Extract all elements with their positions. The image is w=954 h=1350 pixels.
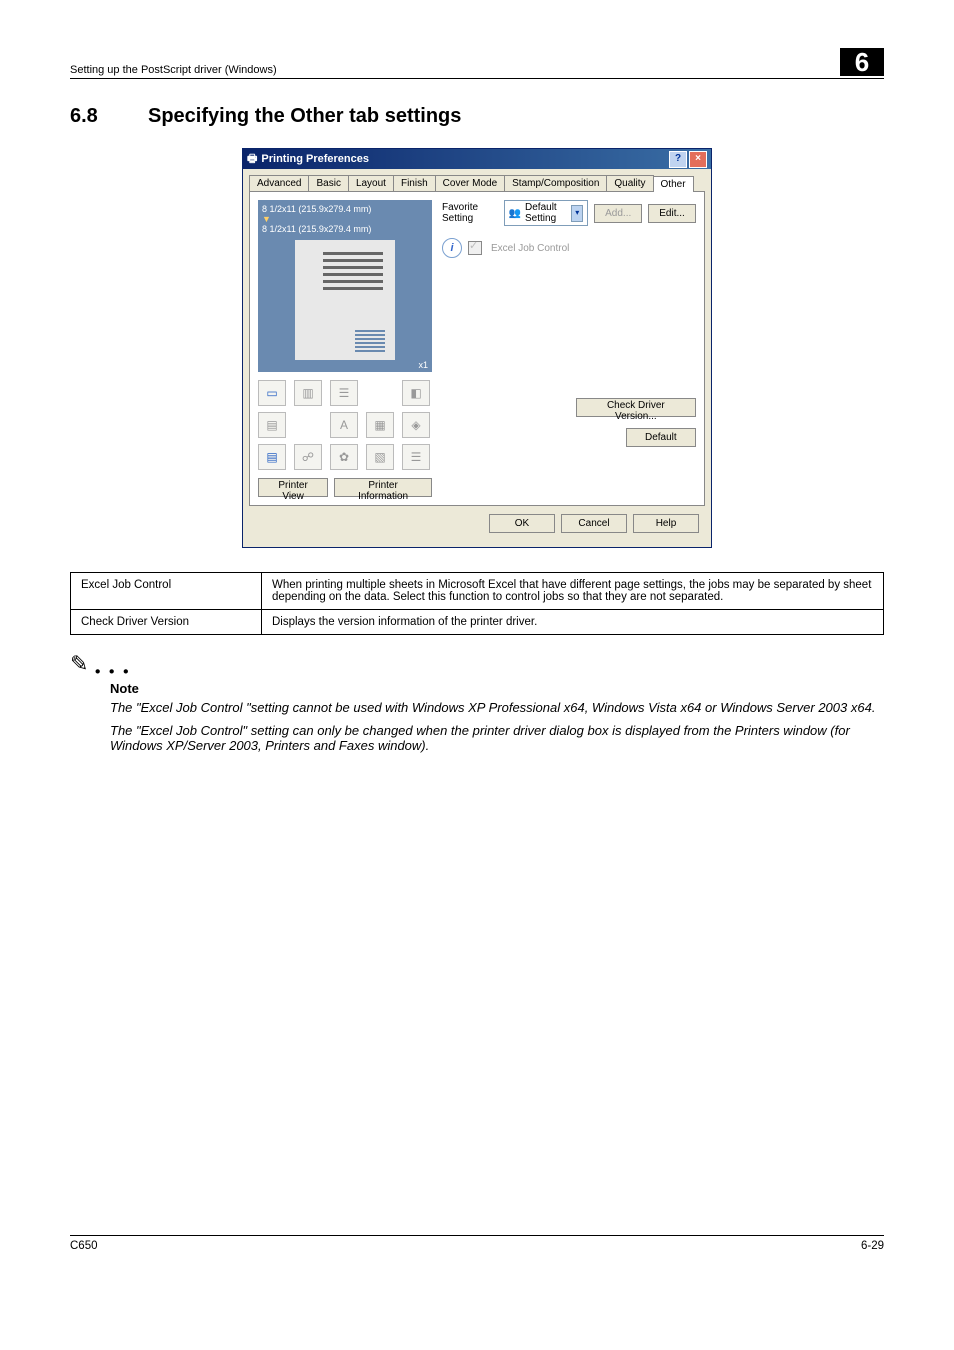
preview-original-size: 8 1/2x11 (215.9x279.4 mm) <box>262 204 428 214</box>
tab-basic[interactable]: Basic <box>308 175 348 191</box>
feature-icon: ✿ <box>330 444 358 470</box>
feature-icon: ▦ <box>366 412 394 438</box>
check-driver-version-button[interactable]: Check Driver Version... <box>576 398 696 417</box>
feature-icon: ☍ <box>294 444 322 470</box>
note-paragraph: The "Excel Job Control "setting cannot b… <box>110 700 884 715</box>
breadcrumb: Setting up the PostScript driver (Window… <box>70 64 277 76</box>
printer-information-button[interactable]: Printer Information <box>334 478 432 497</box>
tab-strip: Advanced Basic Layout Finish Cover Mode … <box>249 175 705 192</box>
feature-icon: ▭ <box>258 380 286 406</box>
tab-layout[interactable]: Layout <box>348 175 394 191</box>
feature-icon: ☰ <box>330 380 358 406</box>
page-preview: 8 1/2x11 (215.9x279.4 mm) ▼ 8 1/2x11 (21… <box>258 200 432 372</box>
tab-advanced[interactable]: Advanced <box>249 175 309 191</box>
tab-finish[interactable]: Finish <box>393 175 436 191</box>
cancel-button[interactable]: Cancel <box>561 514 627 533</box>
cell-name: Excel Job Control <box>71 573 262 610</box>
note-icon: ✎ • • • <box>70 651 884 681</box>
feature-icon: A <box>330 412 358 438</box>
printer-icon: 🖶 <box>247 150 257 169</box>
feature-icon: ◈ <box>402 412 430 438</box>
help-icon[interactable]: ? <box>669 151 687 168</box>
tab-cover-mode[interactable]: Cover Mode <box>435 175 505 191</box>
note-paragraph: The "Excel Job Control" setting can only… <box>110 723 884 753</box>
ok-button[interactable]: OK <box>489 514 555 533</box>
close-icon[interactable]: × <box>689 151 707 168</box>
footer-left: C650 <box>70 1240 98 1252</box>
dialog-title: Printing Preferences <box>261 153 369 165</box>
section-title-text: Specifying the Other tab settings <box>148 105 461 128</box>
feature-icons: ▭ ▥ ☰ ◧ ▤ A ▦ ◈ ▤ ☍ ✿ <box>258 380 432 470</box>
favorite-setting-select[interactable]: 👥 Default Setting ▾ <box>504 200 589 226</box>
feature-icon <box>366 380 392 404</box>
favorite-setting-label: Favorite Setting <box>442 202 498 224</box>
table-row: Excel Job Control When printing multiple… <box>71 573 884 610</box>
page-footer: C650 6-29 <box>70 1235 884 1252</box>
dialog-window: 🖶 Printing Preferences ? × Advanced Basi… <box>242 148 712 548</box>
section-heading: 6.8 Specifying the Other tab settings <box>70 105 884 128</box>
preview-page-icon <box>295 240 395 360</box>
excel-job-control-label: Excel Job Control <box>491 243 569 254</box>
default-button[interactable]: Default <box>626 428 696 447</box>
feature-icon: ◧ <box>402 380 430 406</box>
cell-name: Check Driver Version <box>71 610 262 635</box>
feature-icon: ☰ <box>402 444 430 470</box>
excel-job-control-checkbox[interactable] <box>468 241 482 255</box>
add-button[interactable]: Add... <box>594 204 642 223</box>
tab-stamp-composition[interactable]: Stamp/Composition <box>504 175 607 191</box>
cell-desc: Displays the version information of the … <box>262 610 884 635</box>
preview-copies: x1 <box>418 360 428 370</box>
chevron-down-icon: ▾ <box>571 205 583 222</box>
tab-other[interactable]: Other <box>653 176 694 192</box>
feature-icon <box>294 412 320 436</box>
note-label: Note <box>110 681 884 696</box>
feature-icon: ▥ <box>294 380 322 406</box>
dialog-titlebar: 🖶 Printing Preferences ? × <box>243 149 711 169</box>
people-icon: 👥 <box>509 208 521 219</box>
section-number: 6.8 <box>70 105 120 128</box>
help-button[interactable]: Help <box>633 514 699 533</box>
settings-table: Excel Job Control When printing multiple… <box>70 572 884 635</box>
tab-quality[interactable]: Quality <box>606 175 653 191</box>
feature-icon: ▧ <box>366 444 394 470</box>
feature-icon: ▤ <box>258 412 286 438</box>
chapter-number-badge: 6 <box>840 48 884 76</box>
cell-desc: When printing multiple sheets in Microso… <box>262 573 884 610</box>
info-icon: i <box>442 238 462 258</box>
excel-job-control-row: i Excel Job Control <box>442 238 696 258</box>
footer-right: 6-29 <box>861 1240 884 1252</box>
edit-button[interactable]: Edit... <box>648 204 696 223</box>
table-row: Check Driver Version Displays the versio… <box>71 610 884 635</box>
preview-output-size: 8 1/2x11 (215.9x279.4 mm) <box>262 224 428 234</box>
favorite-setting-value: Default Setting <box>525 202 567 224</box>
printer-view-button[interactable]: Printer View <box>258 478 328 497</box>
screenshot: 🖶 Printing Preferences ? × Advanced Basi… <box>242 148 712 548</box>
page-header: Setting up the PostScript driver (Window… <box>70 48 884 79</box>
feature-icon: ▤ <box>258 444 286 470</box>
